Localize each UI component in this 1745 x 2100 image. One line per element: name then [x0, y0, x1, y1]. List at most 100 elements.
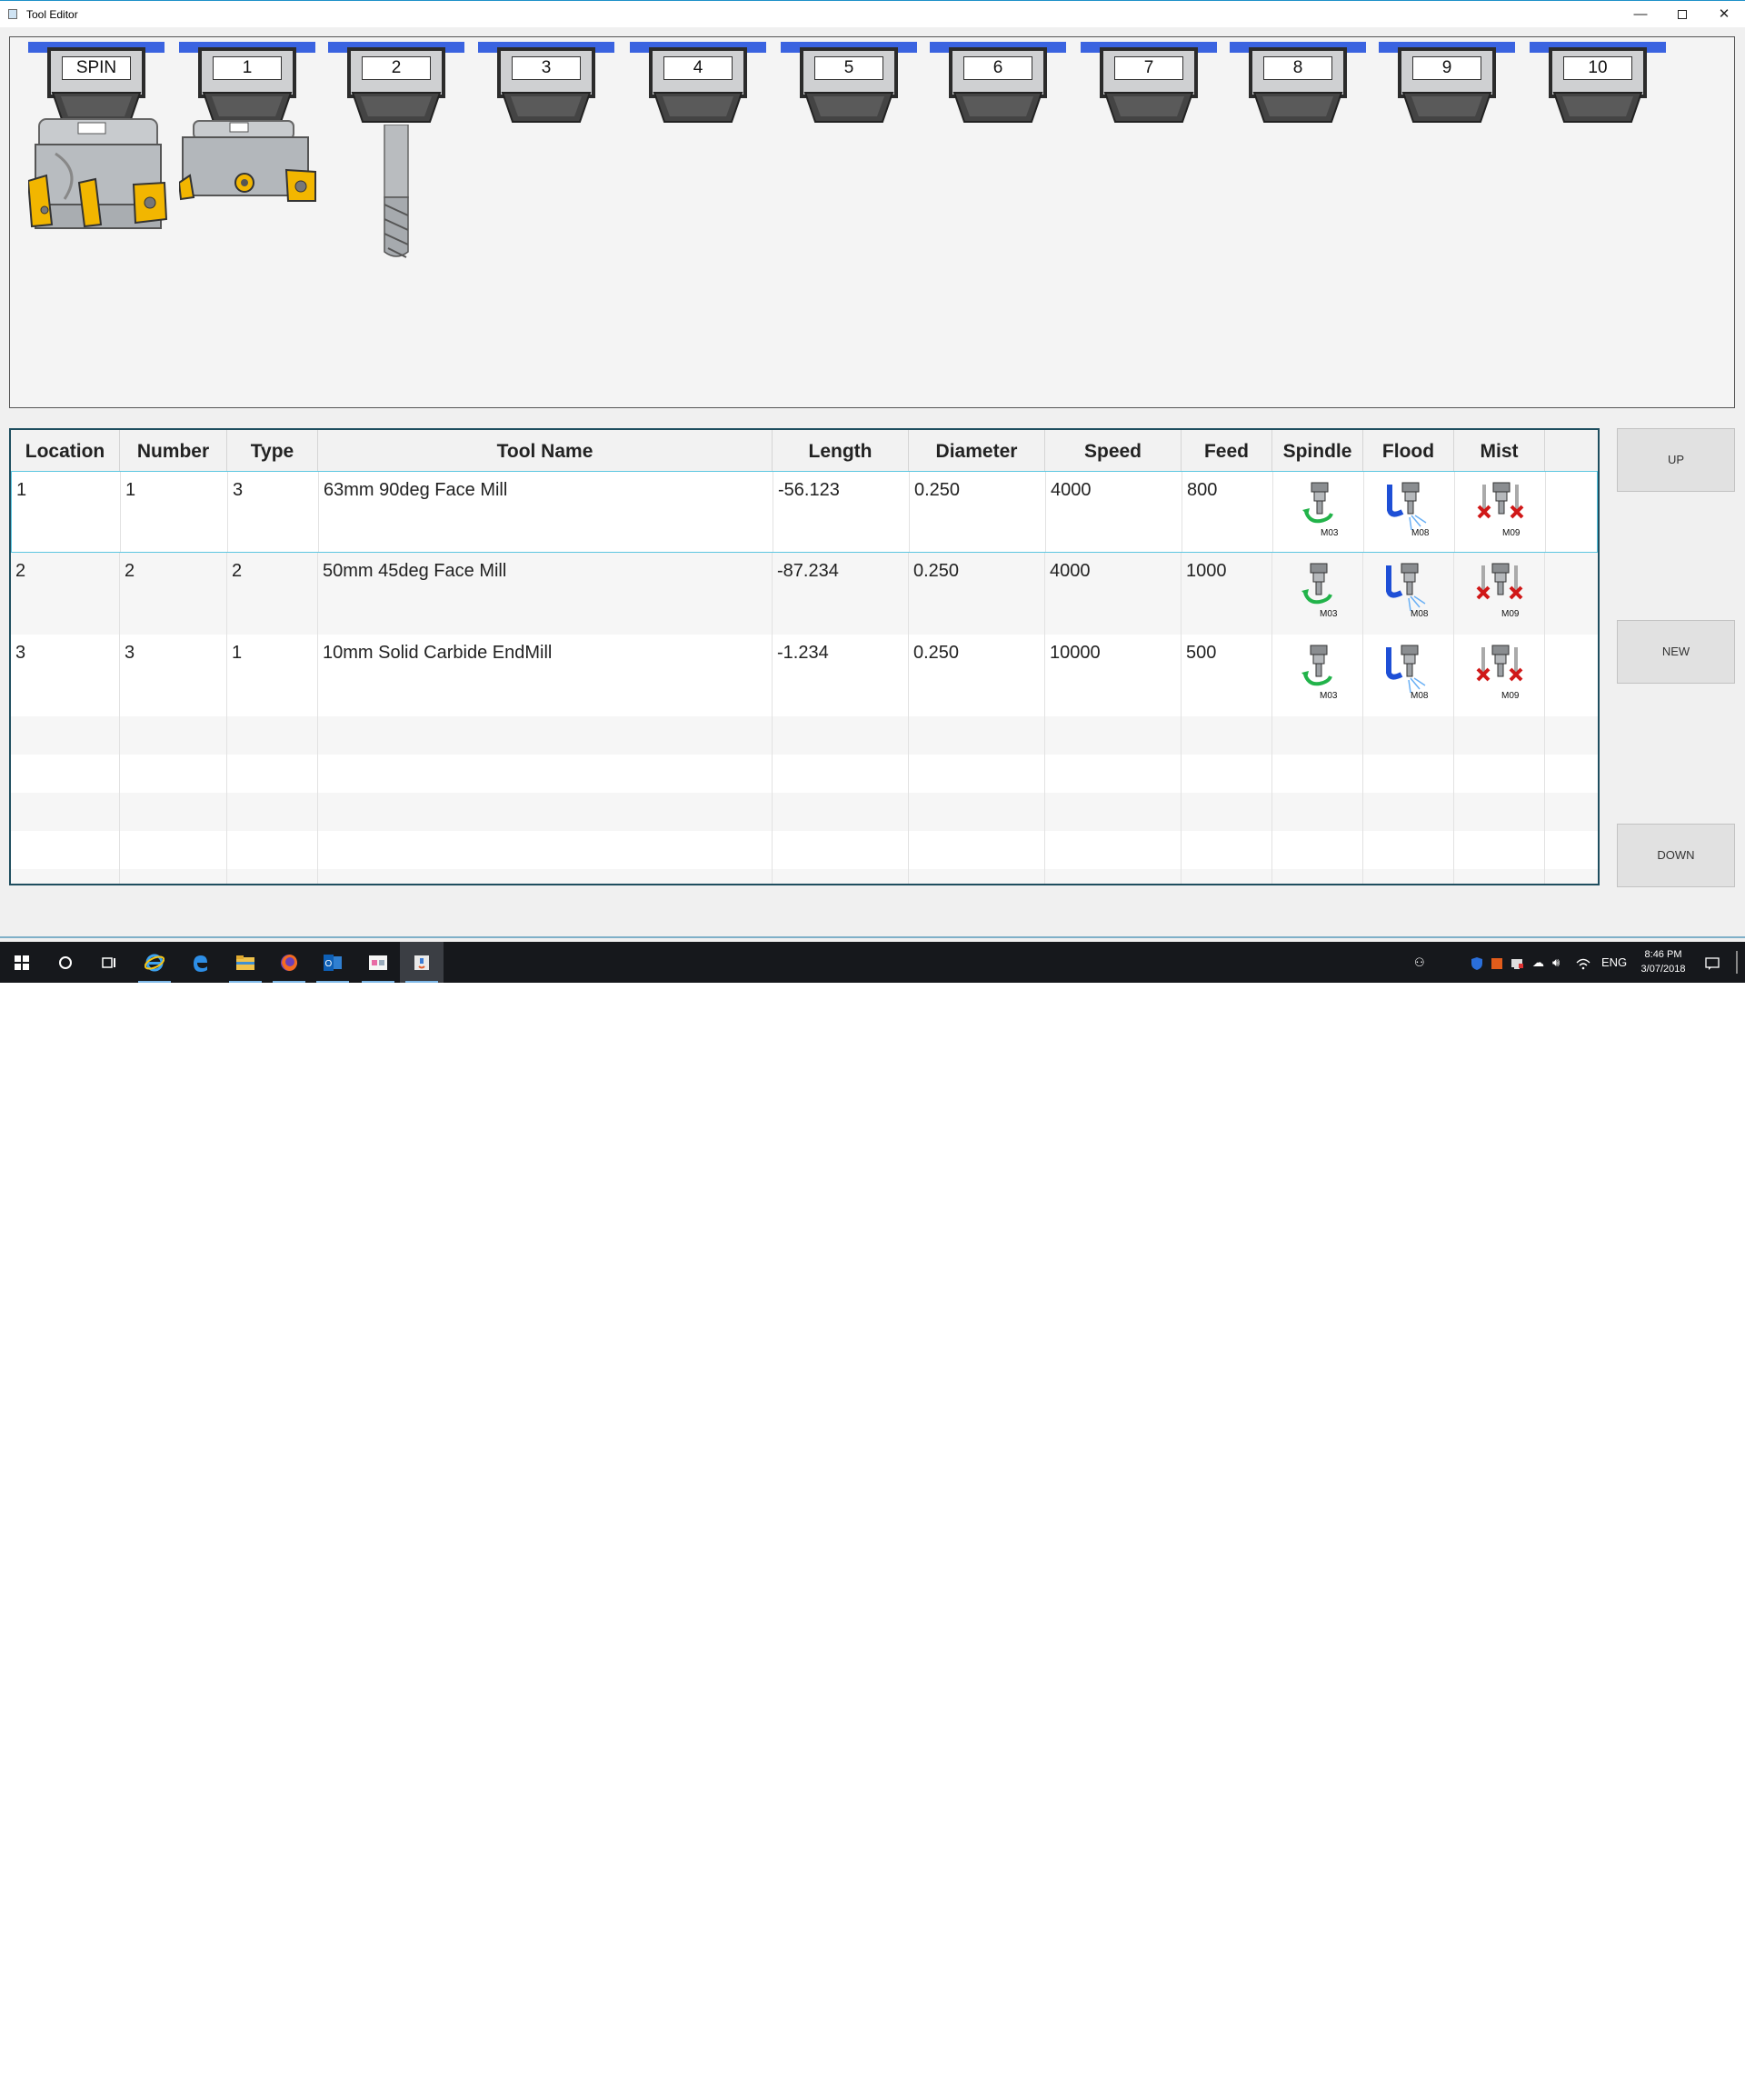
- cell-speed[interactable]: 10000: [1045, 635, 1182, 716]
- cell-tool-name[interactable]: 10mm Solid Carbide EndMill: [318, 635, 773, 716]
- cell-diameter[interactable]: 0.250: [910, 472, 1046, 552]
- tool-pocket-7[interactable]: 7: [1081, 42, 1217, 133]
- cell-flood[interactable]: M08: [1363, 635, 1454, 716]
- cortana-button[interactable]: [44, 942, 87, 983]
- wifi-tray-icon[interactable]: [1576, 942, 1590, 983]
- tool-pocket-3[interactable]: 3: [478, 42, 614, 133]
- tool-pocket-4[interactable]: 4: [630, 42, 766, 133]
- app-taskbar-item[interactable]: [356, 942, 400, 983]
- svg-text:M03: M03: [1320, 609, 1338, 619]
- column-header-tool-name[interactable]: Tool Name: [318, 430, 773, 471]
- face-mill-50-image[interactable]: [179, 119, 319, 205]
- tool-pocket-9[interactable]: 9: [1379, 42, 1515, 133]
- new-button[interactable]: NEW: [1617, 620, 1735, 684]
- minimize-button[interactable]: —: [1624, 5, 1657, 25]
- column-header-speed[interactable]: Speed: [1045, 430, 1182, 471]
- show-desktop-button[interactable]: [1736, 951, 1738, 974]
- cell-length[interactable]: -1.234: [773, 635, 909, 716]
- cell-location[interactable]: 1: [12, 472, 121, 552]
- start-button[interactable]: [0, 942, 44, 983]
- task-view-button[interactable]: [87, 942, 131, 983]
- cell-spindle[interactable]: M03: [1273, 472, 1364, 552]
- column-header-diameter[interactable]: Diameter: [909, 430, 1045, 471]
- up-button[interactable]: UP: [1617, 428, 1735, 492]
- cell-diameter[interactable]: 0.250: [909, 635, 1045, 716]
- cell-mist[interactable]: M09: [1454, 553, 1545, 635]
- cell-type[interactable]: 2: [227, 553, 318, 635]
- endmill-image[interactable]: [381, 125, 412, 261]
- column-header-number[interactable]: Number: [120, 430, 227, 471]
- table-row[interactable]: 1 1 3 63mm 90deg Face Mill -56.123 0.250 4000 8…: [11, 471, 1598, 553]
- cell-number[interactable]: 1: [121, 472, 228, 552]
- cell-type[interactable]: 3: [228, 472, 319, 552]
- column-header-type[interactable]: Type: [227, 430, 318, 471]
- cell-type[interactable]: 1: [227, 635, 318, 716]
- volume-tray-icon[interactable]: 🔊︎: [1552, 942, 1560, 983]
- table-row[interactable]: 2 2 2 50mm 45deg Face Mill -87.234 0.250 4000 1…: [11, 553, 1598, 635]
- cell-length[interactable]: -56.123: [773, 472, 910, 552]
- firefox-taskbar-item[interactable]: [267, 942, 311, 983]
- ie-taskbar-item[interactable]: [133, 942, 176, 983]
- taskbar-border: [0, 936, 1745, 938]
- spindle-on-icon[interactable]: M03: [1292, 560, 1341, 625]
- empty-cell: [11, 755, 120, 793]
- tool-pocket-10[interactable]: 10: [1530, 42, 1666, 133]
- spindle-on-icon[interactable]: M03: [1293, 479, 1342, 545]
- tool-pocket-8[interactable]: 8: [1230, 42, 1366, 133]
- cell-feed[interactable]: 500: [1182, 635, 1272, 716]
- cell-tool-name[interactable]: 50mm 45deg Face Mill: [318, 553, 773, 635]
- cell-mist[interactable]: M09: [1454, 635, 1545, 716]
- down-button[interactable]: DOWN: [1617, 824, 1735, 887]
- tool-pocket-5[interactable]: 5: [781, 42, 917, 133]
- column-header-flood[interactable]: Flood: [1363, 430, 1454, 471]
- outlook-taskbar-item[interactable]: O: [311, 942, 354, 983]
- mist-off-icon[interactable]: M09: [1474, 642, 1523, 707]
- cell-tool-name[interactable]: 63mm 90deg Face Mill: [319, 472, 773, 552]
- tool-pocket-2[interactable]: 2: [328, 42, 464, 133]
- cell-feed[interactable]: 800: [1182, 472, 1273, 552]
- security-tray-icon[interactable]: [1471, 942, 1483, 983]
- firefox-icon: [281, 955, 297, 972]
- table-row[interactable]: 3 3 1 10mm Solid Carbide EndMill -1.234 0.250…: [11, 635, 1598, 716]
- app-tray-icon[interactable]: [1491, 942, 1503, 983]
- clock[interactable]: 8:46 PM 3/07/2018: [1631, 947, 1695, 976]
- face-mill-63-image[interactable]: [28, 117, 168, 230]
- flood-coolant-icon[interactable]: M08: [1383, 560, 1432, 625]
- column-header-feed[interactable]: Feed: [1182, 430, 1272, 471]
- cell-number[interactable]: 2: [120, 553, 227, 635]
- flood-coolant-icon[interactable]: M08: [1383, 642, 1432, 707]
- notifications-button[interactable]: [1705, 942, 1720, 983]
- cell-spindle[interactable]: M03: [1272, 635, 1363, 716]
- cell-speed[interactable]: 4000: [1045, 553, 1182, 635]
- flood-coolant-icon[interactable]: M08: [1384, 479, 1433, 545]
- cell-number[interactable]: 3: [120, 635, 227, 716]
- file-explorer-taskbar-item[interactable]: [224, 942, 267, 983]
- onedrive-tray-icon[interactable]: ☁: [1532, 942, 1544, 983]
- cell-length[interactable]: -87.234: [773, 553, 909, 635]
- tool-pocket-6[interactable]: 6: [930, 42, 1066, 133]
- close-button[interactable]: ✕: [1708, 5, 1740, 25]
- network-share-tray-icon[interactable]: [1511, 942, 1523, 983]
- cell-location[interactable]: 2: [11, 553, 120, 635]
- column-header-length[interactable]: Length: [773, 430, 909, 471]
- column-header-spindle[interactable]: Spindle: [1272, 430, 1363, 471]
- spindle-on-icon[interactable]: M03: [1292, 642, 1341, 707]
- column-header-mist[interactable]: Mist: [1454, 430, 1545, 471]
- edge-taskbar-item[interactable]: [178, 942, 222, 983]
- people-icon[interactable]: ⚇: [1414, 942, 1425, 983]
- cell-flood[interactable]: M08: [1363, 553, 1454, 635]
- cell-diameter[interactable]: 0.250: [909, 553, 1045, 635]
- cell-spindle[interactable]: M03: [1272, 553, 1363, 635]
- mist-off-icon[interactable]: M09: [1474, 560, 1523, 625]
- language-indicator[interactable]: ENG: [1601, 942, 1627, 983]
- column-header-location[interactable]: Location: [11, 430, 120, 471]
- cell-location[interactable]: 3: [11, 635, 120, 716]
- empty-cell: [1363, 793, 1454, 831]
- mist-off-icon[interactable]: M09: [1475, 479, 1524, 545]
- cell-speed[interactable]: 4000: [1046, 472, 1182, 552]
- cell-feed[interactable]: 1000: [1182, 553, 1272, 635]
- cell-mist[interactable]: M09: [1455, 472, 1546, 552]
- maximize-button[interactable]: [1666, 5, 1699, 25]
- cell-flood[interactable]: M08: [1364, 472, 1455, 552]
- tool-editor-taskbar-item[interactable]: [400, 942, 444, 983]
